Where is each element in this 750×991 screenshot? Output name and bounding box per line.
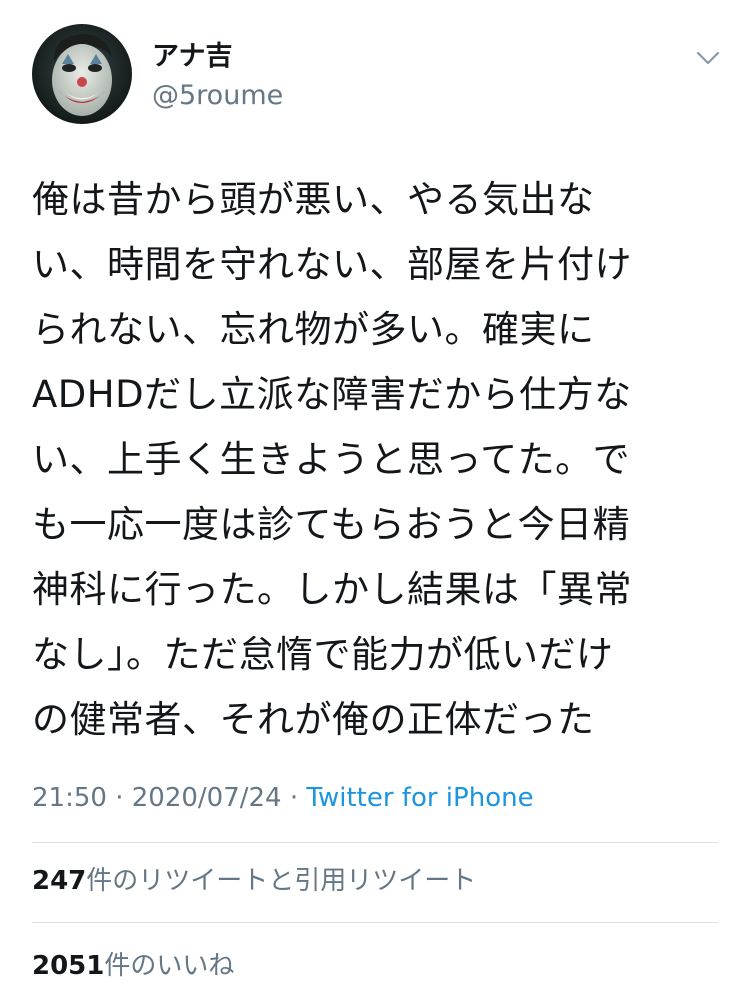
tweet-source-link[interactable]: Twitter for iPhone: [306, 783, 533, 813]
divider: [32, 922, 718, 923]
tweet-text: 俺は昔から頭が悪い、やる気出な い、時間を守れない、部屋を片付け られない、忘れ…: [32, 178, 632, 741]
likes-stat[interactable]: 2051件のいいね: [32, 946, 234, 986]
retweet-label: 件のリツイートと引用リツイート: [86, 866, 477, 896]
tweet-detail: アナ吉 @5roume 俺は昔から頭が悪い、やる気出な い、時間を守れない、部屋…: [0, 0, 750, 991]
display-name[interactable]: アナ吉: [152, 40, 232, 74]
meta-separator: ·: [106, 783, 132, 813]
avatar-image: [32, 24, 132, 124]
retweets-stat[interactable]: 247件のリツイートと引用リツイート: [32, 861, 476, 901]
tweet-time[interactable]: 21:50: [32, 783, 107, 813]
avatar[interactable]: [32, 24, 132, 124]
divider: [32, 842, 718, 843]
retweet-count: 247: [32, 866, 87, 896]
tweet-meta: 21:50 · 2020/07/24 · Twitter for iPhone: [32, 778, 534, 818]
meta-separator: ·: [281, 783, 307, 813]
user-handle[interactable]: @5roume: [152, 79, 283, 113]
chevron-down-icon[interactable]: [694, 46, 722, 70]
tweet-date[interactable]: 2020/07/24: [132, 783, 282, 813]
like-count: 2051: [32, 951, 105, 981]
like-label: 件のいいね: [104, 951, 235, 981]
